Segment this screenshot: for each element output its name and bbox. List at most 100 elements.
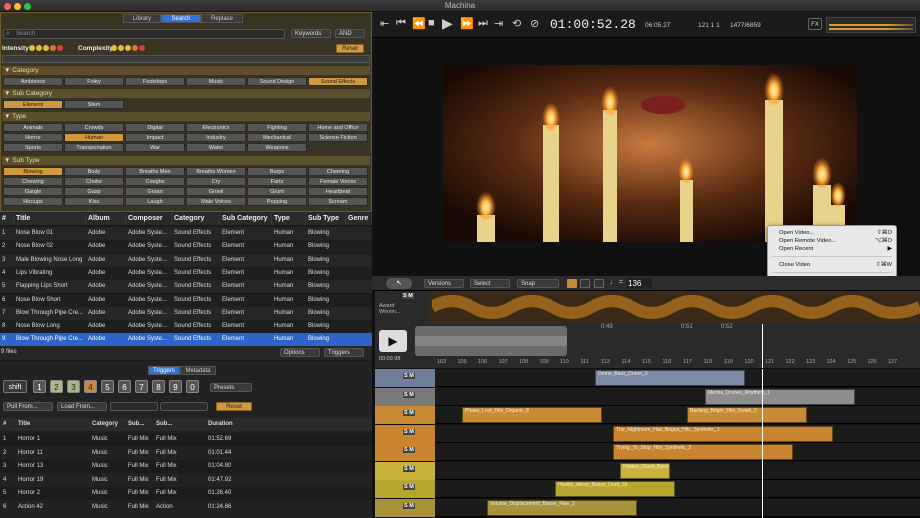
subtype-option[interactable]: Farts: [247, 177, 307, 186]
subcategory-option[interactable]: Element: [3, 100, 63, 109]
tab-metadata[interactable]: Metadata: [180, 366, 216, 375]
subtype-option[interactable]: Cry: [186, 177, 246, 186]
category-header[interactable]: ▼ Category: [2, 66, 370, 75]
column-header[interactable]: Type: [272, 213, 306, 225]
subtype-option[interactable]: Female Voices: [308, 177, 368, 186]
type-option[interactable]: Horror: [3, 133, 63, 142]
timeline-clip[interactable]: Hostile_Atcop_Basse_Draft_2b: [555, 481, 675, 497]
loop-icon[interactable]: ⟲: [512, 17, 521, 30]
column-header[interactable]: Sub...: [128, 418, 156, 431]
subtype-option[interactable]: Blowing: [3, 167, 63, 176]
timeline-track[interactable]: S M: [375, 498, 920, 517]
table-row[interactable]: 9 Blow Through Pipe Cre... Adobe Adobe Syst…: [0, 333, 372, 347]
subtype-option[interactable]: Popping: [247, 197, 307, 206]
keywords-dropdown[interactable]: Keywords: [291, 29, 331, 38]
solo-mute-buttons[interactable]: S M: [403, 428, 415, 435]
trigger-key-5[interactable]: 5: [101, 380, 114, 393]
subtype-option[interactable]: Grunt: [247, 187, 307, 196]
trigger-key-6[interactable]: 6: [118, 380, 131, 393]
snap-dropdown[interactable]: Snap: [517, 279, 559, 288]
category-option[interactable]: Footsteps: [125, 77, 185, 86]
go-end-icon[interactable]: ⏭: [478, 17, 488, 30]
preview-waveform[interactable]: [415, 326, 567, 356]
options-dropdown[interactable]: Options: [280, 348, 320, 357]
column-header[interactable]: Album: [86, 213, 126, 225]
video-frame[interactable]: [443, 65, 857, 242]
type-option[interactable]: Electronics: [186, 123, 246, 132]
timeline-clip[interactable]: Hidden_Clash_Basss_Heavy: [620, 462, 670, 479]
table-row[interactable]: 7 Blow Through Pipe Cre... Adobe Adobe Syst…: [0, 306, 372, 320]
search-input[interactable]: ⌕ Search: [3, 29, 285, 39]
table-row[interactable]: 4 Lips Vibrating Adobe Adobe Syste... Sound …: [0, 266, 372, 280]
subtype-option[interactable]: Gargle: [3, 187, 63, 196]
subtype-option[interactable]: Heartbeat: [308, 187, 368, 196]
column-header[interactable]: Sub...: [156, 418, 184, 431]
solo-mute-buttons[interactable]: S M: [402, 293, 414, 299]
timeline-ruler[interactable]: ▶ 00:09.98 0:49 0:51 0:52 103 105 106 107 108 10…: [375, 324, 920, 368]
type-option[interactable]: Transportation: [64, 143, 124, 152]
subtype-option[interactable]: Male Voices: [186, 197, 246, 206]
table-row[interactable]: 3 Male Blowing Nose Long Adobe Adobe Syste.…: [0, 253, 372, 267]
trigger-key-7[interactable]: 7: [135, 380, 148, 393]
subcategory-option[interactable]: Stem: [64, 100, 124, 109]
solo-mute-buttons[interactable]: S M: [403, 502, 415, 509]
category-option[interactable]: Sound Design: [247, 77, 307, 86]
trigger-key-9[interactable]: 9: [169, 380, 182, 393]
type-option[interactable]: Digital: [125, 123, 185, 132]
timeline-clip[interactable]: Trying_To_Stop_Hits_Synthetic_3: [613, 444, 793, 460]
table-row[interactable]: 1 Nose Blow 01 Adobe Adobe Syste... Sound Ef…: [0, 227, 372, 240]
trigger-row[interactable]: 1 Horror 1 Music Full Mix Full Mix 01:52.69: [0, 433, 372, 446]
subtype-option[interactable]: Coughs: [125, 177, 185, 186]
subtype-option[interactable]: Kiss: [64, 197, 124, 206]
subtype-option[interactable]: Choke: [64, 177, 124, 186]
column-header[interactable]: #: [0, 213, 14, 225]
solo-mute-buttons[interactable]: S M: [403, 484, 415, 490]
trigger-key-1[interactable]: 1: [33, 380, 46, 393]
type-option[interactable]: Home and Office: [308, 123, 368, 132]
record-icon[interactable]: ⊘: [530, 17, 539, 30]
table-row[interactable]: 5 Flapping Lips Short Adobe Adobe Syste... S…: [0, 280, 372, 294]
solo-mute-buttons[interactable]: S M: [403, 465, 415, 472]
filter-dropdown-1[interactable]: [110, 402, 158, 411]
trigger-key-4[interactable]: 4: [84, 380, 97, 393]
pointer-tool-button[interactable]: ↖: [386, 278, 412, 289]
trigger-key-8[interactable]: 8: [152, 380, 165, 393]
intensity-rating[interactable]: [29, 45, 69, 52]
subtype-option[interactable]: Breaths Women: [186, 167, 246, 176]
category-option[interactable]: Music: [186, 77, 246, 86]
triggers-dropdown[interactable]: Triggers: [324, 348, 364, 357]
type-option[interactable]: Animals: [3, 123, 63, 132]
menu-item[interactable]: Open Recent ▶: [768, 245, 896, 253]
subtype-option[interactable]: Scream: [308, 197, 368, 206]
complexity-rating[interactable]: [111, 45, 151, 52]
type-option[interactable]: Water: [186, 143, 246, 152]
filter-dropdown-2[interactable]: [160, 402, 208, 411]
tab-search[interactable]: Search: [161, 14, 201, 23]
type-option[interactable]: Impact: [125, 133, 185, 142]
type-header[interactable]: ▼ Type: [2, 112, 370, 121]
play-icon[interactable]: ▶: [442, 15, 453, 32]
tab-library[interactable]: Library: [123, 14, 161, 23]
column-header[interactable]: Composer: [126, 213, 172, 225]
timeline-clip[interactable]: Phase_Loot_Hits_Organic_8: [462, 407, 602, 423]
reset-search-button[interactable]: Reset: [336, 44, 364, 53]
solo-mute-buttons[interactable]: S M: [403, 391, 415, 398]
solo-mute-buttons[interactable]: S M: [403, 410, 415, 416]
table-row[interactable]: 6 Nose Blow Short Adobe Adobe Syste... Sound…: [0, 293, 372, 307]
timeline-clip[interactable]: Volume_Displacement_Basse_Rise_3: [487, 499, 637, 516]
reference-audio-lane[interactable]: S M Award Winnin...: [375, 291, 920, 324]
subtype-option[interactable]: Cheering: [308, 167, 368, 176]
subtype-option[interactable]: Hiccups: [3, 197, 63, 206]
solo-mute-buttons[interactable]: S M: [403, 373, 415, 379]
column-header[interactable]: Sub Category: [220, 213, 272, 225]
tempo-field[interactable]: 136: [626, 278, 652, 289]
menu-item[interactable]: Open Remote Video... ⌥⌘O: [768, 237, 896, 245]
stop-icon[interactable]: ■: [428, 17, 435, 29]
tab-replace[interactable]: Replace: [201, 14, 243, 23]
type-option[interactable]: Weapons: [247, 143, 307, 152]
subtype-option[interactable]: Body: [64, 167, 124, 176]
count-in-icon[interactable]: [594, 279, 604, 288]
type-option[interactable]: Crowds: [64, 123, 124, 132]
metronome-icon[interactable]: [580, 279, 590, 288]
trigger-row[interactable]: 6 Action 42 Music Full Mix Action 01:24.86: [0, 500, 372, 514]
